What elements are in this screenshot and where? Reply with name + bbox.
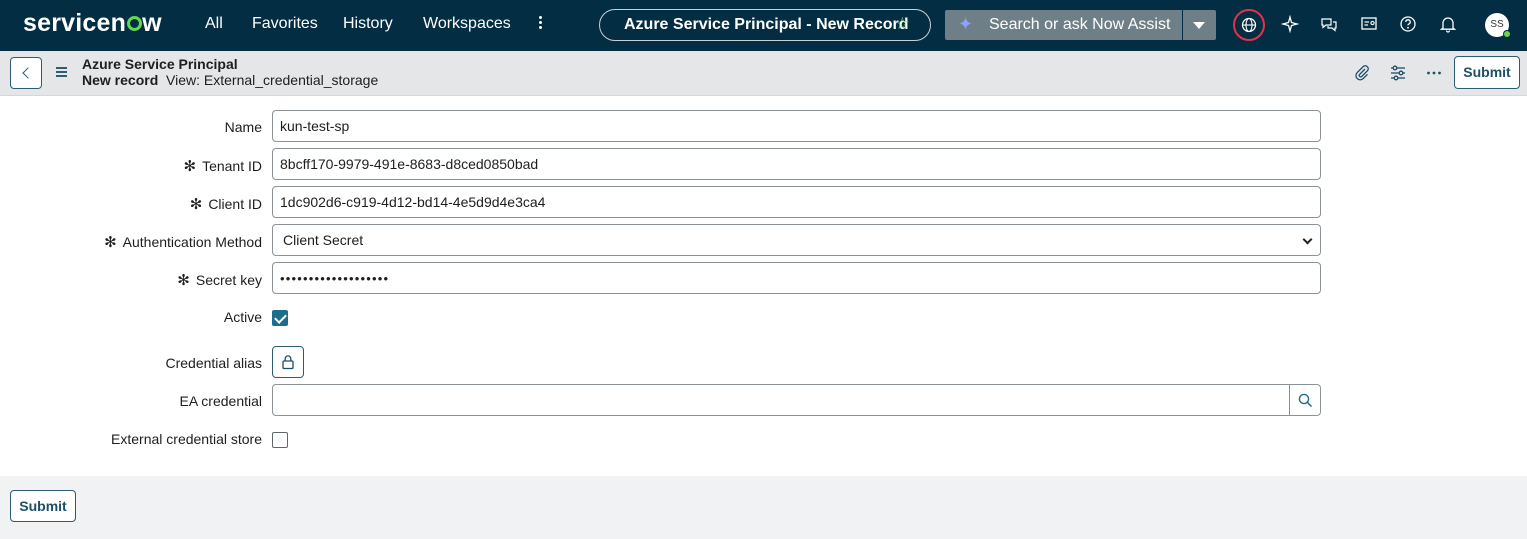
nav-item-history[interactable]: History	[343, 15, 393, 33]
favorite-star-icon[interactable]: ☆	[895, 14, 910, 34]
required-asterisk-icon: ✻	[189, 196, 203, 213]
submit-button-bottom[interactable]: Submit	[10, 490, 76, 522]
name-field[interactable]: kun-test-sp	[272, 110, 1321, 142]
submit-button-top[interactable]: Submit	[1454, 56, 1520, 89]
credential-alias-label: Credential alias	[165, 355, 263, 371]
nav-item-favorites[interactable]: Favorites	[252, 15, 318, 33]
lookup-search-button[interactable]	[1289, 384, 1321, 416]
lock-icon	[281, 354, 295, 373]
ea-credential-label: EA credential	[179, 393, 263, 409]
record-form: Name kun-test-sp ✻ Tenant ID 8bcff170-997…	[0, 96, 1527, 476]
external-credential-store-checkbox[interactable]	[272, 432, 288, 448]
now-assist-sparkle-icon: ✦	[958, 14, 974, 34]
global-search-input[interactable]: ✦ Search or ask Now Assist	[945, 10, 1182, 40]
more-options-icon[interactable]	[1425, 64, 1443, 82]
client-id-field[interactable]: 1dc902d6-c919-4d12-bd14-4e5d9d4e3ca4	[272, 186, 1321, 218]
active-checkbox[interactable]	[272, 310, 288, 326]
table-title: Azure Service Principal	[82, 56, 238, 72]
more-menu-icon[interactable]	[534, 14, 546, 36]
secret-key-password-field[interactable]: •••••••••••••••••••	[272, 262, 1321, 294]
client-id-label: ✻ Client ID	[189, 196, 262, 213]
back-button[interactable]	[10, 57, 42, 89]
nav-item-workspaces[interactable]: Workspaces	[423, 15, 511, 33]
search-dropdown-button[interactable]	[1183, 10, 1216, 40]
secret-key-label: ✻ Secret key	[177, 272, 262, 289]
nav-item-all[interactable]: All	[205, 15, 223, 33]
search-placeholder: Search or ask Now Assist	[989, 16, 1171, 33]
user-avatar[interactable]: SS	[1485, 13, 1511, 38]
record-title-pill[interactable]: Azure Service Principal - New Record ☆	[599, 9, 931, 41]
record-state: New record	[82, 72, 159, 88]
context-menu-icon[interactable]	[56, 67, 67, 77]
active-label: Active	[223, 309, 262, 325]
auth-method-label: ✻ Authentication Method	[104, 234, 262, 251]
globe-icon[interactable]	[1233, 9, 1265, 41]
search-icon	[1298, 393, 1313, 411]
form-header: Azure Service Principal New record View:…	[0, 51, 1527, 96]
required-asterisk-icon: ✻	[104, 234, 117, 251]
chevron-down-icon	[1302, 234, 1313, 245]
auth-method-select[interactable]: Client Secret	[272, 224, 1321, 256]
personalize-form-sliders-icon[interactable]	[1389, 64, 1407, 82]
help-icon[interactable]	[1399, 15, 1419, 35]
servicenow-logo[interactable]: servicen w	[23, 9, 162, 38]
online-status-dot	[1503, 30, 1511, 38]
notifications-bell-icon[interactable]	[1439, 15, 1459, 35]
required-asterisk-icon: ✻	[183, 158, 197, 175]
tenant-id-label: ✻ Tenant ID	[183, 158, 262, 175]
auth-method-selected-value: Client Secret	[283, 232, 364, 248]
chat-icon[interactable]	[1320, 15, 1340, 35]
name-label: Name	[224, 119, 262, 135]
required-asterisk-icon: ✻	[177, 272, 190, 289]
view-label: View: External_credential_storage	[166, 72, 379, 88]
record-subtitle: New record View: External_credential_sto…	[82, 72, 378, 88]
attachment-paperclip-icon[interactable]	[1353, 64, 1371, 82]
external-credential-store-label: External credential store	[111, 431, 262, 447]
sparkle-icon[interactable]	[1280, 14, 1301, 35]
impersonate-card-icon[interactable]	[1360, 15, 1380, 35]
tenant-id-field[interactable]: 8bcff170-9979-491e-8683-d8ced0850bad	[272, 148, 1321, 180]
ea-credential-reference-field[interactable]	[272, 384, 1290, 416]
top-nav-bar: servicen w All Favorites History Workspac…	[0, 0, 1527, 51]
unlock-credential-alias-button[interactable]	[272, 346, 304, 378]
record-pill-title: Azure Service Principal - New Record	[624, 16, 909, 33]
